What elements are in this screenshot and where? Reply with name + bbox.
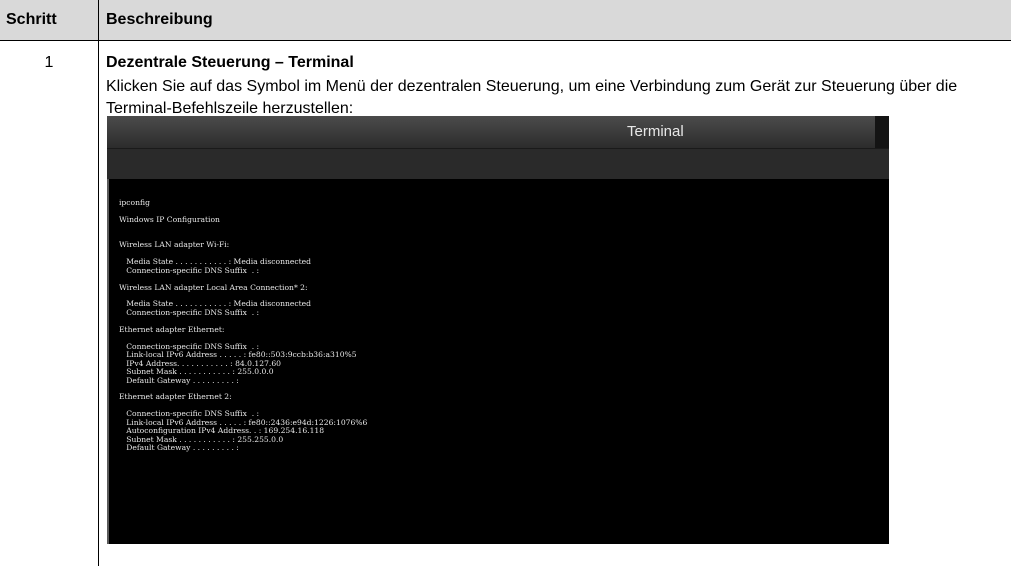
terminal-output: ipconfig Windows IP Configuration Wirele… bbox=[119, 198, 368, 453]
terminal-toolbar bbox=[107, 149, 889, 179]
terminal-title-bar-edge bbox=[875, 116, 889, 148]
header-description: Beschreibung bbox=[106, 11, 213, 28]
terminal-console[interactable]: ipconfig Windows IP Configuration Wirele… bbox=[107, 179, 889, 544]
terminal-title: Terminal bbox=[627, 123, 684, 140]
step-title: Dezentrale Steuerung – Terminal bbox=[106, 54, 354, 71]
column-divider bbox=[98, 0, 99, 566]
terminal-window: Terminal ipconfig Windows IP Configurati… bbox=[107, 116, 889, 544]
step-number: 1 bbox=[44, 54, 54, 71]
header-step: Schritt bbox=[6, 11, 57, 28]
step-description: Klicken Sie auf das Symbol im Menü der d… bbox=[106, 78, 958, 117]
procedure-table: Schritt Beschreibung 1 Dezentrale Steuer… bbox=[0, 0, 1011, 566]
table-header: Schritt Beschreibung bbox=[0, 0, 1011, 41]
terminal-title-bar: Terminal bbox=[107, 116, 889, 149]
